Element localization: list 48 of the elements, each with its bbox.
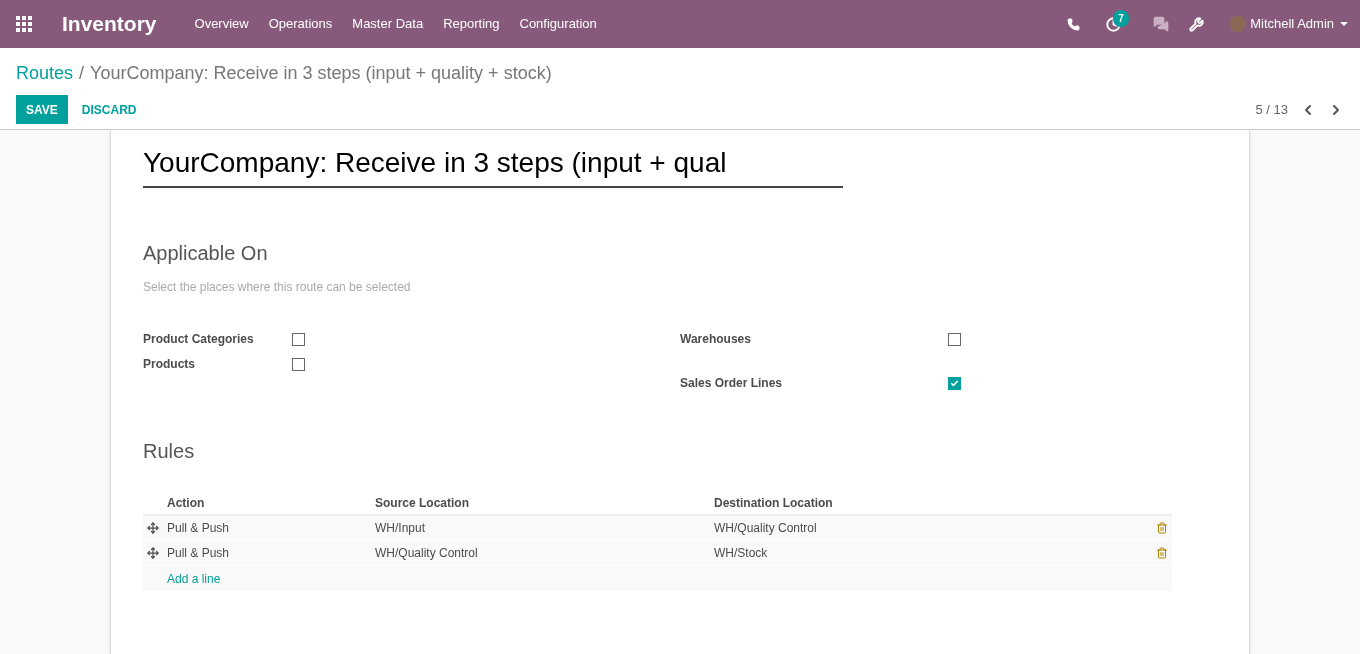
app-title[interactable]: Inventory <box>62 8 157 40</box>
menu-item[interactable]: Configuration <box>519 14 597 34</box>
chat-icon[interactable] <box>1153 16 1170 32</box>
menu-item[interactable]: Operations <box>268 14 333 34</box>
user-menu[interactable]: Mitchell Admin <box>1250 14 1334 34</box>
apps-menu-icon[interactable] <box>16 16 32 32</box>
table-cell-text: WH/Quality Control <box>375 545 479 562</box>
user-avatar <box>1230 16 1247 32</box>
checkbox[interactable] <box>292 357 305 371</box>
caret-icon <box>1340 22 1348 26</box>
table-row[interactable]: Pull & Push WH/Input WH/Quality Control <box>143 516 1172 541</box>
breadcrumb-link[interactable]: Routes <box>16 60 74 87</box>
checkbox[interactable] <box>948 376 961 390</box>
table-cell-text: WH/Quality Control <box>714 520 817 537</box>
add-line-link[interactable]: Add a line <box>167 569 221 588</box>
column-header: Action <box>167 495 206 512</box>
table-cell-text: Pull & Push <box>167 520 231 537</box>
field-label: Product Categories <box>143 331 255 348</box>
checkbox[interactable] <box>948 332 961 346</box>
discard-button[interactable]: DISCARD <box>71 95 147 124</box>
field-label: Sales Order Lines <box>680 375 784 392</box>
section-title: Rules <box>143 439 196 464</box>
field-label: Products <box>143 356 196 373</box>
checkbox[interactable] <box>292 332 305 346</box>
menu-item[interactable]: Master Data <box>352 14 424 34</box>
table-cell-text: Pull & Push <box>167 545 231 562</box>
field-label: Warehouses <box>680 331 752 348</box>
pager-value: 5 / 13 <box>1255 100 1288 119</box>
table-cell-text: WH/Input <box>375 520 426 537</box>
delete-icon[interactable] <box>1156 547 1168 559</box>
column-header: Source Location <box>375 495 470 512</box>
tools-icon[interactable] <box>1189 16 1205 32</box>
menu-item[interactable]: Overview <box>194 14 249 34</box>
section-hint: Select the places where this route can be selected <box>143 279 412 296</box>
route-name-field[interactable]: YourCompany: Receive in 3 steps (input + qual <box>143 142 843 188</box>
phone-icon[interactable] <box>1067 17 1081 31</box>
notification-badge: 7 <box>1113 9 1129 27</box>
table-cell-text: WH/Stock <box>714 545 768 562</box>
breadcrumb-separator: / <box>79 62 85 85</box>
menu-item[interactable]: Reporting <box>443 14 500 34</box>
drag-handle-icon[interactable] <box>147 522 159 534</box>
section-title: Applicable On <box>143 241 269 266</box>
drag-handle-icon[interactable] <box>147 547 159 559</box>
column-header: Destination Location <box>714 495 833 512</box>
breadcrumb-current: YourCompany: Receive in 3 steps (input + quality + stock) <box>90 62 552 85</box>
save-button[interactable]: SAVE <box>16 95 68 124</box>
table-row[interactable]: Pull & Push WH/Quality Control WH/Stock <box>143 541 1172 566</box>
delete-icon[interactable] <box>1156 522 1168 534</box>
